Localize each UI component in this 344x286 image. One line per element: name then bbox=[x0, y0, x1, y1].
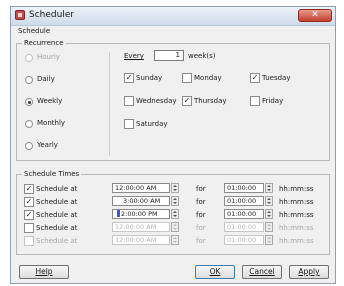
radio-weekly-label: Weekly bbox=[37, 97, 63, 105]
radio-yearly-label: Yearly bbox=[37, 141, 58, 149]
checkbox-monday-label: Monday bbox=[194, 74, 222, 82]
schedule-times-group: Schedule Times ✓ Schedule at 12:00:00 AM… bbox=[16, 170, 330, 255]
text-cursor-icon bbox=[117, 210, 120, 217]
schedule-row-3-format: hh:mm:ss bbox=[279, 211, 314, 219]
schedule-row-5-label: Schedule at bbox=[36, 237, 78, 245]
radio-daily-label: Daily bbox=[37, 75, 55, 83]
schedule-row-3-label: Schedule at bbox=[36, 211, 78, 219]
schedule-row-2-label: Schedule at bbox=[36, 198, 78, 206]
schedule-row-5-duration[interactable]: 01:00:00 bbox=[224, 235, 264, 245]
checkbox-monday-box bbox=[182, 73, 192, 83]
schedule-row-1-format: hh:mm:ss bbox=[279, 185, 314, 193]
schedule-row-3-box: ✓ bbox=[24, 210, 34, 220]
radio-monthly-indicator bbox=[25, 120, 33, 128]
schedule-times-legend: Schedule Times bbox=[22, 170, 82, 178]
cancel-button-label: Cancel bbox=[249, 267, 275, 276]
schedule-row-5-duration-spinner[interactable] bbox=[265, 235, 273, 245]
schedule-row-4-for: for bbox=[196, 224, 206, 232]
schedule-row-1-duration[interactable]: 01:00:00 bbox=[224, 183, 264, 193]
schedule-row-3-time[interactable]: 2:00:00 PM bbox=[112, 209, 170, 219]
schedule-row-1-duration-spinner[interactable] bbox=[265, 183, 273, 193]
schedule-row-5-for: for bbox=[196, 237, 206, 245]
help-button[interactable]: Help bbox=[19, 265, 69, 279]
schedule-row-2-duration[interactable]: 01:00:00 bbox=[224, 196, 264, 206]
checkbox-friday-box bbox=[250, 96, 260, 106]
apply-button-label: Apply bbox=[298, 267, 320, 276]
apply-button[interactable]: Apply bbox=[289, 265, 329, 279]
schedule-row-3-duration[interactable]: 01:00:00 bbox=[224, 209, 264, 219]
every-label: Every bbox=[124, 52, 144, 60]
schedule-row-4-label: Schedule at bbox=[36, 224, 78, 232]
schedule-row-5-time-spinner[interactable] bbox=[171, 235, 179, 245]
schedule-row-1-for: for bbox=[196, 185, 206, 193]
help-button-label: Help bbox=[35, 267, 53, 276]
radio-daily-indicator bbox=[25, 76, 33, 84]
schedule-row-5-format: hh:mm:ss bbox=[279, 237, 314, 245]
checkbox-wednesday-label: Wednesday bbox=[136, 97, 177, 105]
schedule-row-5-box bbox=[24, 236, 34, 246]
ok-button[interactable]: OK bbox=[195, 265, 235, 279]
schedule-section-label: Schedule bbox=[17, 27, 52, 35]
recurrence-group: Recurrence Hourly Daily Weekly Monthly Y… bbox=[16, 39, 330, 161]
checkbox-saturday-box bbox=[124, 119, 134, 129]
schedule-row-3-duration-spinner[interactable] bbox=[265, 209, 273, 219]
close-button[interactable]: ✕ bbox=[298, 9, 332, 22]
schedule-row-3-time-spinner[interactable] bbox=[171, 209, 179, 219]
schedule-row-2-time-spinner[interactable] bbox=[171, 196, 179, 206]
title-bar: Scheduler ✕ bbox=[11, 7, 335, 26]
checkbox-thursday-label: Thursday bbox=[194, 97, 227, 105]
schedule-row-4-box bbox=[24, 223, 34, 233]
schedule-row-1-time-spinner[interactable] bbox=[171, 183, 179, 193]
schedule-row-2-format: hh:mm:ss bbox=[279, 198, 314, 206]
recurrence-divider bbox=[109, 52, 110, 156]
ok-button-label: OK bbox=[209, 267, 221, 276]
radio-hourly-indicator bbox=[25, 54, 33, 62]
schedule-row-2-box: ✓ bbox=[24, 197, 34, 207]
schedule-row-5-time[interactable]: 12:00:00 AM bbox=[112, 235, 170, 245]
schedule-row-4-time[interactable]: 12:00:00 AM bbox=[112, 222, 170, 232]
window-title: Scheduler bbox=[29, 10, 75, 20]
radio-monthly-label: Monthly bbox=[37, 119, 66, 127]
checkbox-tuesday-box: ✓ bbox=[250, 73, 260, 83]
checkbox-sunday-label: Sunday bbox=[136, 74, 163, 82]
scheduler-dialog: Scheduler ✕ Schedule Recurrence Hourly D… bbox=[10, 6, 336, 284]
schedule-row-4-duration[interactable]: 01:00:00 bbox=[224, 222, 264, 232]
scheduler-app-icon bbox=[15, 10, 25, 20]
recurrence-legend: Recurrence bbox=[22, 39, 66, 47]
schedule-row-2-time[interactable]: 3:00:00 AM bbox=[112, 196, 170, 206]
every-unit-label: week(s) bbox=[188, 52, 216, 60]
checkbox-wednesday-box bbox=[124, 96, 134, 106]
schedule-row-2-for: for bbox=[196, 198, 206, 206]
radio-hourly-label: Hourly bbox=[37, 53, 60, 61]
radio-yearly-indicator bbox=[25, 142, 33, 150]
schedule-row-1-label: Schedule at bbox=[36, 185, 78, 193]
checkbox-tuesday-label: Tuesday bbox=[262, 74, 291, 82]
schedule-row-2-duration-spinner[interactable] bbox=[265, 196, 273, 206]
checkbox-saturday-label: Saturday bbox=[136, 120, 168, 128]
every-label-text: Every bbox=[124, 52, 144, 60]
schedule-row-3-for: for bbox=[196, 211, 206, 219]
schedule-row-3-time-value: 2:00:00 PM bbox=[121, 210, 158, 218]
schedule-row-4-format: hh:mm:ss bbox=[279, 224, 314, 232]
checkbox-thursday-box: ✓ bbox=[182, 96, 192, 106]
schedule-row-4-duration-spinner[interactable] bbox=[265, 222, 273, 232]
checkbox-friday-label: Friday bbox=[262, 97, 284, 105]
schedule-row-4-time-spinner[interactable] bbox=[171, 222, 179, 232]
radio-weekly-indicator bbox=[25, 98, 33, 106]
schedule-row-1-time[interactable]: 12:00:00 AM bbox=[112, 183, 170, 193]
close-icon: ✕ bbox=[311, 10, 319, 20]
every-interval-input[interactable]: 1 bbox=[154, 50, 184, 61]
schedule-row-1-box: ✓ bbox=[24, 184, 34, 194]
cancel-button[interactable]: Cancel bbox=[242, 265, 282, 279]
checkbox-sunday-box: ✓ bbox=[124, 73, 134, 83]
